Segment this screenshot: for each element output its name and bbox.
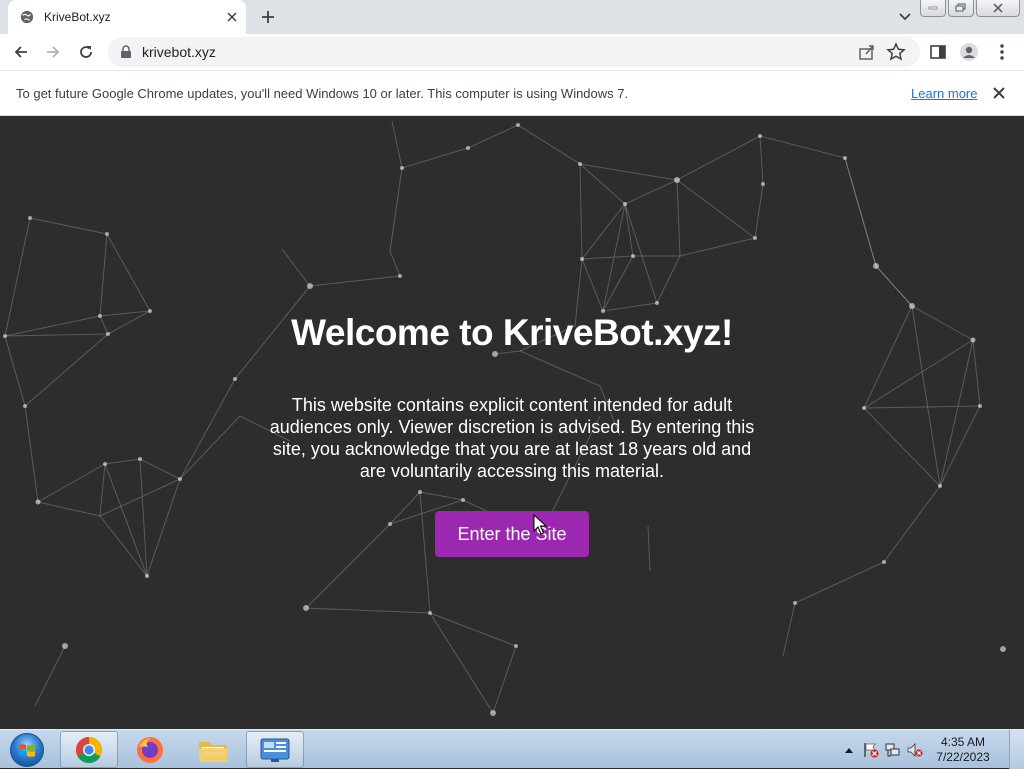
new-tab-icon[interactable] <box>256 6 280 28</box>
more-menu-icon[interactable] <box>990 40 1014 64</box>
web-page: Welcome to KriveBot.xyz! This website co… <box>0 116 1024 729</box>
share-icon[interactable] <box>858 43 876 61</box>
show-desktop-button[interactable] <box>1009 730 1024 769</box>
address-bar[interactable]: krivebot.xyz <box>108 37 920 67</box>
page-title: Welcome to KriveBot.xyz! <box>291 312 733 353</box>
clock-time: 4:35 AM <box>940 734 986 749</box>
chrome-icon <box>75 736 103 763</box>
minimize-icon[interactable] <box>920 0 946 17</box>
taskbar-chrome[interactable] <box>60 731 118 768</box>
clock-date: 7/22/2023 <box>936 749 990 764</box>
taskbar-file-explorer[interactable] <box>184 731 242 768</box>
taskbar-control-panel[interactable] <box>246 731 304 768</box>
taskbar-firefox[interactable] <box>121 731 179 768</box>
close-icon[interactable] <box>990 84 1008 102</box>
update-info-bar: To get future Google Chrome updates, you… <box>0 71 1024 116</box>
learn-more-link[interactable]: Learn more <box>911 86 977 101</box>
age-gate: Welcome to KriveBot.xyz! This website co… <box>0 116 1024 729</box>
close-window-icon[interactable] <box>976 0 1020 17</box>
enter-site-button[interactable]: Enter the Site <box>435 511 589 557</box>
browser-toolbar: krivebot.xyz <box>0 34 1024 71</box>
taskbar-clock[interactable]: 4:35 AM 7/22/2023 <box>932 735 994 765</box>
mouse-cursor-icon <box>533 514 547 535</box>
profile-avatar-icon[interactable] <box>957 40 981 64</box>
restore-icon[interactable] <box>948 0 974 17</box>
network-icon[interactable] <box>882 740 904 760</box>
window-controls <box>920 0 1020 18</box>
file-explorer-icon <box>199 741 227 762</box>
bookmark-star-icon[interactable] <box>886 42 906 62</box>
browser-tab[interactable]: KriveBot.xyz <box>8 0 246 34</box>
start-button[interactable] <box>4 730 50 769</box>
action-center-flag-icon[interactable] <box>860 740 882 760</box>
chevron-down-icon[interactable] <box>894 8 916 26</box>
back-arrow-icon[interactable] <box>7 38 35 66</box>
windows-logo-icon <box>10 732 44 767</box>
volume-muted-icon[interactable] <box>904 740 926 760</box>
firefox-icon <box>137 736 163 763</box>
close-tab-icon[interactable] <box>222 7 242 27</box>
side-panel-icon[interactable] <box>926 40 950 64</box>
globe-icon <box>20 10 34 24</box>
forward-arrow-icon[interactable] <box>39 38 67 66</box>
lock-icon[interactable] <box>120 45 132 59</box>
age-warning-text: This website contains explicit content i… <box>269 395 755 481</box>
system-tray: 4:35 AM 7/22/2023 <box>838 730 994 769</box>
reload-icon[interactable] <box>72 38 100 66</box>
url-text[interactable]: krivebot.xyz <box>142 44 216 60</box>
windows-taskbar: 4:35 AM 7/22/2023 <box>0 729 1024 769</box>
show-hidden-icons-icon[interactable] <box>838 740 860 760</box>
control-panel-icon <box>260 738 290 762</box>
info-bar-message: To get future Google Chrome updates, you… <box>16 86 629 101</box>
tab-title: KriveBot.xyz <box>44 10 111 24</box>
tab-strip: KriveBot.xyz <box>0 0 1024 34</box>
